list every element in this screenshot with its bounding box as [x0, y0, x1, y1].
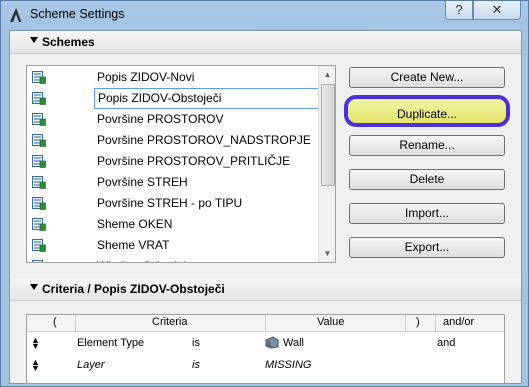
- column-close-paren: ): [416, 316, 420, 328]
- help-button[interactable]: ?: [445, 1, 473, 20]
- criteria-value: MISSING: [265, 359, 312, 371]
- delete-button[interactable]: Delete: [349, 169, 505, 190]
- list-item-label: Površine PROSTOROV: [97, 112, 224, 126]
- list-item-label: Površine STREH: [97, 175, 188, 189]
- criteria-value: Wall: [283, 337, 304, 349]
- window-title: Scheme Settings: [30, 7, 125, 21]
- import-button[interactable]: Import...: [349, 203, 505, 224]
- archicad-app-icon: [10, 8, 22, 22]
- list-item[interactable]: Popis ZIDOV-Novi: [27, 67, 317, 88]
- schedule-icon: [32, 260, 43, 262]
- schemes-list-scrollbar[interactable]: ▲ ▼: [318, 66, 335, 262]
- rename-button[interactable]: Rename...: [349, 135, 505, 156]
- criteria-table[interactable]: ( Criteria Value ) and/or ▲ ▼ Element Typ…: [26, 314, 505, 384]
- list-item-label: Popis ZIDOV-Novi: [97, 70, 195, 84]
- dialog-client-area: Schemes Popis ZIDOV-Novi Popis ZIDOV-Obst…: [9, 30, 522, 384]
- list-item[interactable]: Površine STREH: [27, 172, 317, 193]
- duplicate-button[interactable]: Duplicate...: [344, 95, 510, 127]
- scheme-settings-window: Scheme Settings ? ✕ Schemes Popis ZIDOV-…: [0, 0, 529, 387]
- criteria-section-label: Criteria / Popis ZIDOV-Obstoječi: [42, 282, 225, 296]
- criteria-row[interactable]: ▲ ▼ Layer is MISSING: [27, 355, 504, 377]
- schemes-list[interactable]: Popis ZIDOV-Novi Popis ZIDOV-Obstoječi Pov…: [26, 65, 336, 263]
- list-item[interactable]: Površine PROSTOROV: [27, 109, 317, 130]
- list-item-label: Sheme VRAT: [97, 238, 170, 252]
- schemes-section-label: Schemes: [42, 35, 95, 49]
- column-divider: [265, 315, 266, 331]
- column-divider: [405, 315, 406, 331]
- criteria-row[interactable]: ▲ ▼ Element Type is Wall and: [27, 333, 504, 355]
- list-item-label: Površine PROSTOROV_PRITLIČJE: [97, 154, 291, 168]
- criteria-operator: is: [192, 359, 200, 371]
- list-item[interactable]: Window Schedule: [27, 256, 317, 262]
- criteria-field: Element Type: [77, 337, 145, 349]
- criteria-section-header[interactable]: Criteria / Popis ZIDOV-Obstoječi: [10, 278, 521, 301]
- scroll-up-arrow-icon[interactable]: ▲: [319, 66, 335, 83]
- scroll-down-arrow-icon[interactable]: ▼: [319, 245, 335, 262]
- criteria-table-header: ( Criteria Value ) and/or: [27, 315, 504, 332]
- list-item-label: Površine STREH - po TIPU: [97, 196, 243, 210]
- column-divider: [435, 315, 436, 331]
- list-item[interactable]: Površine PROSTOROV_PRITLIČJE: [27, 151, 317, 172]
- column-open-paren: (: [53, 316, 57, 328]
- collapse-triangle-icon: [30, 37, 38, 43]
- column-value: Value: [317, 316, 345, 328]
- list-item[interactable]: Sheme VRAT: [27, 235, 317, 256]
- schedule-icon: [32, 71, 46, 84]
- list-item-label: Površine PROSTOROV_NADSTROPJE: [97, 133, 311, 147]
- list-item-label: Popis ZIDOV-Obstoječi: [94, 88, 319, 109]
- schedule-icon: [32, 155, 46, 168]
- schemes-section-header[interactable]: Schemes: [10, 31, 521, 54]
- schedule-icon: [32, 239, 46, 252]
- reorder-arrows-icon[interactable]: ▲ ▼: [31, 336, 40, 351]
- create-new-button[interactable]: Create New...: [349, 67, 505, 88]
- scroll-thumb[interactable]: [321, 84, 335, 186]
- column-and-or: and/or: [443, 316, 475, 328]
- close-icon: ✕: [491, 2, 503, 17]
- criteria-and-or: and: [437, 337, 456, 349]
- column-divider: [75, 315, 76, 331]
- schedule-icon: [32, 176, 46, 189]
- title-bar: Scheme Settings ? ✕: [1, 1, 528, 29]
- list-item[interactable]: Popis ZIDOV-Obstoječi: [27, 88, 319, 109]
- schedule-icon: [32, 92, 46, 105]
- schedule-icon: [32, 197, 46, 210]
- criteria-field: Layer: [77, 359, 105, 371]
- schedule-icon: [32, 113, 46, 126]
- collapse-triangle-icon: [30, 284, 38, 290]
- wall-icon: [265, 336, 279, 349]
- list-item[interactable]: Sheme OKEN: [27, 214, 317, 235]
- list-item-label: Window Schedule: [97, 259, 193, 262]
- close-button[interactable]: ✕: [473, 1, 521, 20]
- reorder-arrows-icon[interactable]: ▲ ▼: [31, 358, 40, 373]
- schedule-icon: [32, 134, 46, 147]
- column-criteria: Criteria: [152, 316, 188, 328]
- list-item[interactable]: Površine STREH - po TIPU: [27, 193, 317, 214]
- list-item-label: Sheme OKEN: [97, 217, 173, 231]
- criteria-operator: is: [192, 337, 200, 349]
- list-item[interactable]: Površine PROSTOROV_NADSTROPJE: [27, 130, 317, 151]
- schedule-icon: [32, 218, 46, 231]
- export-button[interactable]: Export...: [349, 237, 505, 258]
